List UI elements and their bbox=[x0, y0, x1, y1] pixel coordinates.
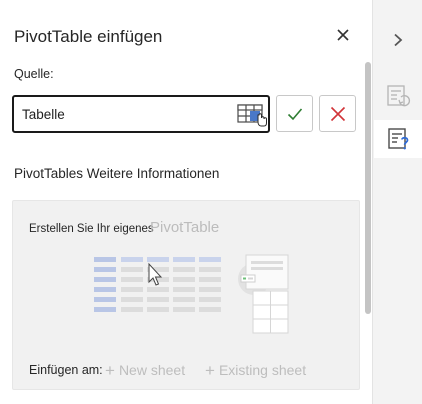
existing-sheet-option[interactable]: + Existing sheet bbox=[205, 360, 306, 380]
new-sheet-option[interactable]: + New sheet bbox=[105, 360, 185, 380]
pane-scrollbar[interactable] bbox=[365, 62, 371, 314]
plus-icon: + bbox=[105, 361, 115, 380]
insert-at-label: Einfügen am: bbox=[29, 363, 103, 377]
rail-item-refresh[interactable] bbox=[373, 78, 422, 114]
close-icon bbox=[330, 106, 345, 121]
side-rail bbox=[372, 0, 422, 404]
source-label: Quelle: bbox=[14, 67, 54, 81]
table-help-icon bbox=[387, 128, 408, 150]
plus-icon: + bbox=[205, 361, 215, 380]
close-icon bbox=[337, 29, 349, 41]
pivot-table-illustration bbox=[94, 254, 289, 334]
table-refresh-icon bbox=[387, 85, 410, 107]
checkmark-icon bbox=[287, 107, 302, 120]
cancel-source-button[interactable] bbox=[319, 95, 356, 132]
create-pivottable-label: PivotTable bbox=[150, 219, 220, 236]
close-pane-button[interactable] bbox=[331, 24, 355, 46]
confirm-source-button[interactable] bbox=[276, 95, 313, 132]
select-range-icon bbox=[237, 104, 267, 127]
pane-title: PivotTable einfügen bbox=[14, 27, 163, 46]
expand-pane-button[interactable] bbox=[373, 26, 422, 54]
create-own-pivottable-card[interactable]: Erstellen Sie Ihr eigenes PivotTable Ein… bbox=[12, 200, 360, 390]
select-range-button[interactable] bbox=[236, 102, 268, 128]
source-range-field[interactable] bbox=[12, 95, 270, 133]
source-input[interactable] bbox=[22, 105, 222, 123]
insert-pivottable-pane: PivotTable einfügen Quelle: Tabelle Pivo… bbox=[0, 0, 372, 404]
more-info-heading[interactable]: PivotTables Weitere Informationen bbox=[14, 166, 219, 181]
create-own-label: Erstellen Sie Ihr eigenes bbox=[29, 223, 154, 235]
rail-item-help[interactable] bbox=[374, 120, 422, 158]
chevron-right-icon bbox=[394, 33, 403, 47]
